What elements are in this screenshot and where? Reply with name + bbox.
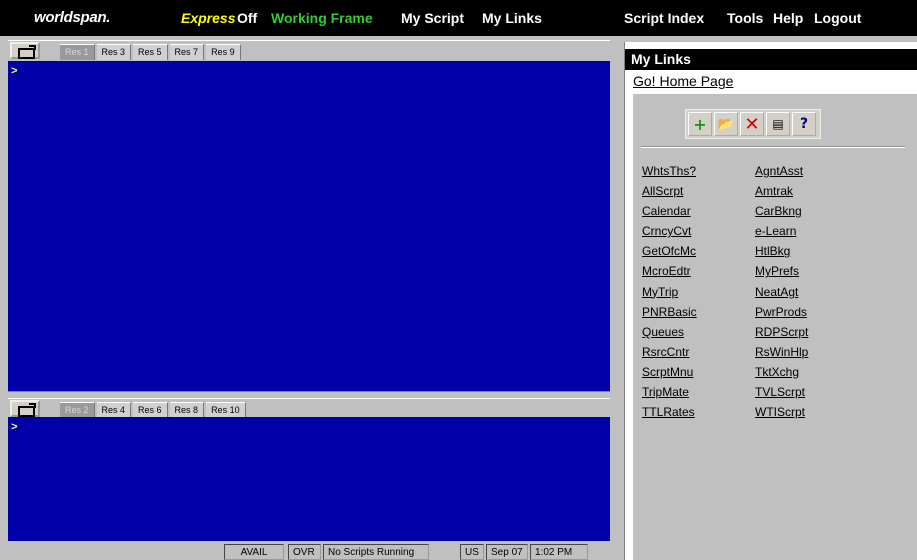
link-item[interactable]: CrncyCvt <box>642 222 697 242</box>
link-item[interactable]: McroEdtr <box>642 262 697 282</box>
link-item[interactable]: TVLScrpt <box>755 383 808 403</box>
tab-res-8[interactable]: Res 8 <box>169 402 205 418</box>
tab-res-10[interactable]: Res 10 <box>206 402 246 418</box>
bottom-pane-tabbar: Res 2 Res 4 Res 6 Res 8 Res 10 <box>8 398 610 418</box>
link-item[interactable]: CarBkng <box>755 202 808 222</box>
top-pane-tabs: Res 1 Res 3 Res 5 Res 7 Res 9 <box>60 44 243 60</box>
link-item[interactable]: TTLRates <box>642 403 697 423</box>
tab-res-1[interactable]: Res 1 <box>60 44 95 60</box>
worldspan-logo: worldspan. <box>34 9 111 26</box>
pane-divider[interactable] <box>8 391 610 398</box>
terminal-prompt: > <box>11 66 18 78</box>
link-item[interactable]: MyTrip <box>642 283 697 303</box>
link-item[interactable]: PwrProds <box>755 303 808 323</box>
home-page-link[interactable]: Go! Home Page <box>633 73 733 89</box>
top-pane-tabbar: Res 1 Res 3 Res 5 Res 7 Res 9 <box>8 40 610 60</box>
tab-res-4[interactable]: Res 4 <box>96 402 132 418</box>
tab-res-7[interactable]: Res 7 <box>169 44 205 60</box>
link-item[interactable]: PNRBasic <box>642 303 697 323</box>
bottom-pane-tabs: Res 2 Res 4 Res 6 Res 8 Res 10 <box>60 402 248 418</box>
status-bar: AVAIL OVR No Scripts Running US Sep 07 1… <box>8 542 610 560</box>
link-item[interactable]: TripMate <box>642 383 697 403</box>
help-icon[interactable]: ? <box>792 112 816 136</box>
links-area: + 📂 ✕ ▤ ? WhtsThs? AllScrpt Calendar Crn… <box>633 94 917 560</box>
link-item[interactable]: e-Learn <box>755 222 808 242</box>
link-item[interactable]: RDPScrpt <box>755 323 808 343</box>
script-index-menu[interactable]: Script Index <box>624 10 704 26</box>
divider <box>641 146 905 148</box>
links-column-right: AgntAsst Amtrak CarBkng e-Learn HtlBkg M… <box>755 162 808 423</box>
express-state[interactable]: Off <box>237 10 257 26</box>
my-links-menu[interactable]: My Links <box>482 10 542 26</box>
link-item[interactable]: HtlBkg <box>755 242 808 262</box>
my-script-menu[interactable]: My Script <box>401 10 464 26</box>
status-avail: AVAIL <box>224 544 284 560</box>
link-item[interactable]: Queues <box>642 323 697 343</box>
link-item[interactable]: GetOfcMc <box>642 242 697 262</box>
window-toggle-icon[interactable] <box>10 400 40 417</box>
top-menu-bar: worldspan. Express Off Working Frame My … <box>0 0 917 36</box>
status-region: US <box>460 544 484 560</box>
link-item[interactable]: WhtsThs? <box>642 162 697 182</box>
status-time: 1:02 PM <box>530 544 588 560</box>
link-item[interactable]: RsWinHlp <box>755 343 808 363</box>
links-toolbar: + 📂 ✕ ▤ ? <box>685 109 821 139</box>
status-overwrite: OVR <box>288 544 321 560</box>
status-date: Sep 07 <box>486 544 528 560</box>
terminal-prompt: > <box>11 422 18 434</box>
working-frame-menu[interactable]: Working Frame <box>271 10 373 26</box>
link-item[interactable]: Amtrak <box>755 182 808 202</box>
top-terminal-screen[interactable]: > <box>8 61 610 391</box>
add-icon[interactable]: + <box>688 112 712 136</box>
links-column-left: WhtsThs? AllScrpt Calendar CrncyCvt GetO… <box>642 162 697 423</box>
link-item[interactable]: Calendar <box>642 202 697 222</box>
link-item[interactable]: AllScrpt <box>642 182 697 202</box>
express-label[interactable]: Express <box>181 10 235 26</box>
link-item[interactable]: ScrptMnu <box>642 363 697 383</box>
tab-res-2[interactable]: Res 2 <box>60 402 95 418</box>
tab-res-5[interactable]: Res 5 <box>133 44 168 60</box>
logout-menu[interactable]: Logout <box>814 10 861 26</box>
bottom-terminal-screen[interactable]: > <box>8 417 610 541</box>
tools-menu[interactable]: Tools <box>727 10 763 26</box>
link-item[interactable]: AgntAsst <box>755 162 808 182</box>
link-item[interactable]: WTIScrpt <box>755 403 808 423</box>
my-links-title: My Links <box>625 49 917 70</box>
window-toggle-icon[interactable] <box>10 42 40 59</box>
link-item[interactable]: MyPrefs <box>755 262 808 282</box>
help-menu[interactable]: Help <box>773 10 803 26</box>
my-links-panel: My Links Go! Home Page + 📂 ✕ ▤ ? WhtsThs… <box>624 42 917 560</box>
open-folder-icon[interactable]: 📂 <box>714 112 738 136</box>
tab-res-3[interactable]: Res 3 <box>96 44 132 60</box>
status-scripts: No Scripts Running <box>323 544 429 560</box>
panel-separator <box>610 36 624 560</box>
properties-icon[interactable]: ▤ <box>766 112 790 136</box>
tab-res-9[interactable]: Res 9 <box>206 44 241 60</box>
link-item[interactable]: RsrcCntr <box>642 343 697 363</box>
tab-res-6[interactable]: Res 6 <box>133 402 168 418</box>
link-item[interactable]: TktXchg <box>755 363 808 383</box>
delete-icon[interactable]: ✕ <box>740 112 764 136</box>
link-item[interactable]: NeatAgt <box>755 283 808 303</box>
